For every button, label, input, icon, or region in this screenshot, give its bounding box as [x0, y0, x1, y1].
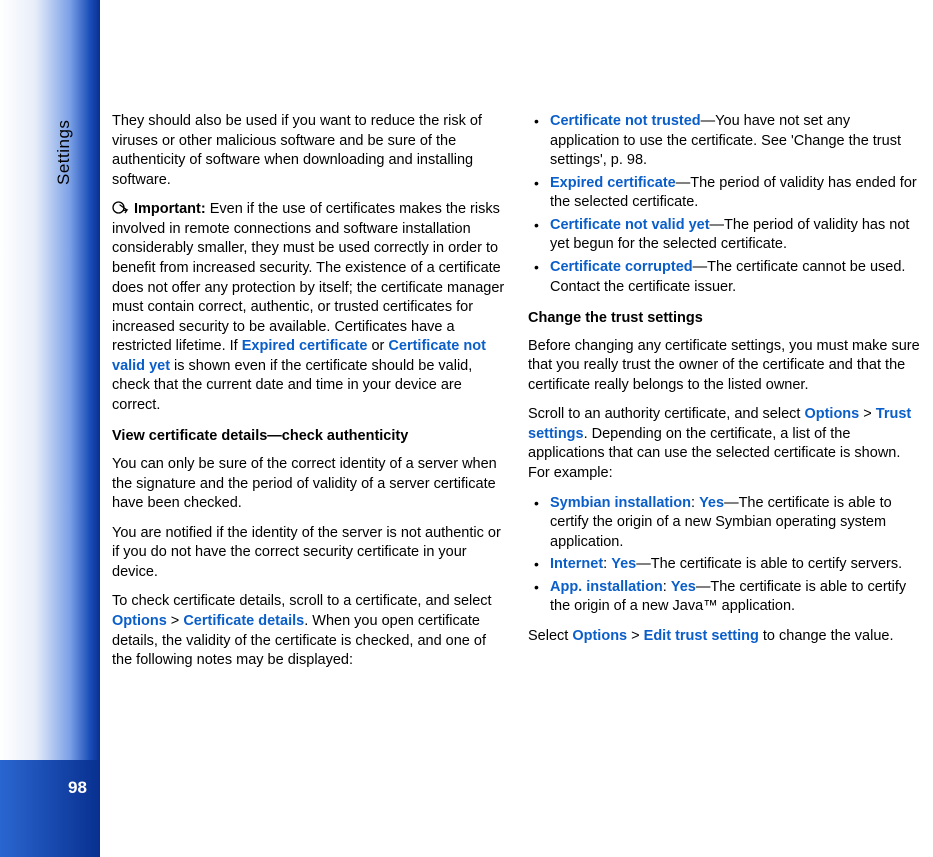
- notes-list: Certificate not trusted—You have not set…: [528, 112, 922, 297]
- ui-term: Expired certificate: [242, 338, 368, 354]
- ui-term: Edit trust setting: [644, 628, 759, 644]
- ui-term: Options: [112, 613, 167, 629]
- left-column: They should also be used if you want to …: [112, 112, 506, 681]
- text: . Depending on the certificate, a list o…: [528, 426, 900, 481]
- ui-term: Certificate corrupted: [550, 259, 693, 275]
- text: Select: [528, 628, 572, 644]
- text: :: [663, 579, 671, 595]
- list-item: Certificate not valid yet—The period of …: [528, 216, 922, 255]
- ui-term: Internet: [550, 556, 603, 572]
- ui-term: Expired certificate: [550, 175, 676, 191]
- paragraph: Scroll to an authority certificate, and …: [528, 405, 922, 483]
- text: :: [691, 495, 699, 511]
- ui-value: Yes: [611, 556, 636, 572]
- text: Even if the use of certificates makes th…: [112, 201, 504, 354]
- paragraph: Before changing any certificate settings…: [528, 337, 922, 396]
- list-item: Certificate corrupted—The certificate ca…: [528, 258, 922, 297]
- ui-term: Certificate details: [183, 613, 304, 629]
- important-paragraph: Important: Even if the use of certificat…: [112, 200, 506, 415]
- text: >: [627, 628, 644, 644]
- ui-term: Options: [572, 628, 627, 644]
- page-content: They should also be used if you want to …: [112, 112, 922, 681]
- subheading: Change the trust settings: [528, 309, 922, 329]
- text: to change the value.: [759, 628, 894, 644]
- subheading: View certificate details—check authentic…: [112, 427, 506, 447]
- ui-term: Symbian installation: [550, 495, 691, 511]
- sidebar-gradient: [0, 0, 100, 857]
- examples-list: Symbian installation: Yes—The certificat…: [528, 494, 922, 617]
- paragraph: Select Options > Edit trust setting to c…: [528, 627, 922, 647]
- ui-term: Options: [804, 406, 859, 422]
- sidebar-blue-block: [0, 760, 100, 857]
- right-column: Certificate not trusted—You have not set…: [528, 112, 922, 681]
- paragraph: They should also be used if you want to …: [112, 112, 506, 190]
- text: >: [167, 613, 184, 629]
- text: To check certificate details, scroll to …: [112, 593, 492, 609]
- list-item: App. installation: Yes—The certificate i…: [528, 578, 922, 617]
- text: Scroll to an authority certificate, and …: [528, 406, 804, 422]
- paragraph: To check certificate details, scroll to …: [112, 592, 506, 670]
- text: >: [859, 406, 876, 422]
- text: —The certificate is able to certify serv…: [636, 556, 902, 572]
- ui-term: App. installation: [550, 579, 663, 595]
- ui-term: Certificate not trusted: [550, 113, 701, 129]
- paragraph: You are notified if the identity of the …: [112, 524, 506, 583]
- ui-term: Certificate not valid yet: [550, 217, 710, 233]
- ui-value: Yes: [671, 579, 696, 595]
- important-icon: [112, 201, 130, 215]
- list-item: Certificate not trusted—You have not set…: [528, 112, 922, 171]
- list-item: Expired certificate—The period of validi…: [528, 174, 922, 213]
- text: or: [367, 338, 388, 354]
- list-item: Symbian installation: Yes—The certificat…: [528, 494, 922, 553]
- important-label: Important:: [134, 201, 206, 217]
- ui-value: Yes: [699, 495, 724, 511]
- paragraph: You can only be sure of the correct iden…: [112, 455, 506, 514]
- section-label: Settings: [53, 120, 76, 185]
- list-item: Internet: Yes—The certificate is able to…: [528, 555, 922, 575]
- page-number: 98: [68, 777, 87, 800]
- sidebar: Settings 98: [0, 0, 100, 857]
